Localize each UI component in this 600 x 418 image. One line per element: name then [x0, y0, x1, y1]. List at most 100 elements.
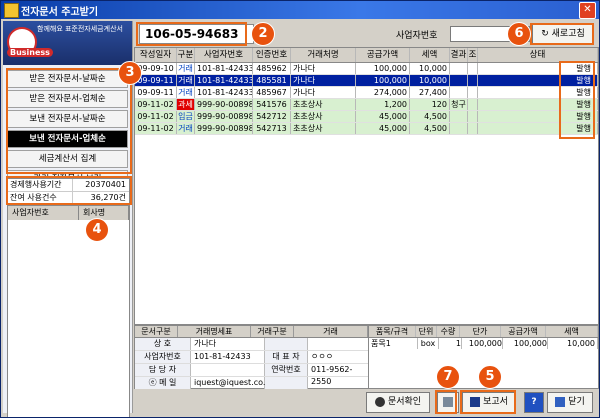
col-kind[interactable]: 구분	[177, 48, 195, 62]
cell-tax: 27,400	[410, 87, 450, 98]
detail-v2	[308, 377, 368, 389]
cell-tax: 10,000	[410, 63, 450, 74]
detail-row: 담 당 자 연락번호 011-9562-2550	[135, 364, 368, 386]
documents-table: 작성일자 구분 사업자번호 인증번호 거래처명 공급가액 세액 결과 조 상태 …	[134, 47, 599, 325]
cell-biz: 101-81-42433	[197, 63, 253, 74]
cell-result	[450, 63, 468, 74]
item-row[interactable]: 품목1 box 1 100,000 100,000 10,000	[369, 338, 598, 349]
col-business-number[interactable]: 사업자번호	[8, 206, 79, 220]
highlight-business-number	[136, 22, 247, 46]
detail-v2: 011-9562-2550	[311, 365, 353, 386]
highlight-settings	[435, 390, 457, 414]
search-label: 사업자번호	[396, 31, 438, 41]
trade-type-label: 거래구분	[251, 326, 294, 337]
detail-row: 사업자번호 101-81-42433 대 표 자 ㅇㅇㅇ	[135, 351, 368, 364]
col-status[interactable]: 상태	[478, 48, 598, 62]
badge-5: 5	[478, 365, 502, 389]
badge-4: 4	[85, 218, 109, 242]
detail-v2	[308, 338, 368, 350]
detail-v: iquest@iquest.co.kr	[191, 377, 273, 389]
close-label: 닫기	[568, 397, 585, 407]
col-unit: 단위	[416, 326, 437, 337]
cell-cert: 485581	[253, 75, 291, 86]
item-supply: 100,000	[503, 338, 548, 349]
cell-tax: 10,000	[410, 75, 450, 86]
cell-chk	[468, 99, 478, 110]
cell-supply: 100,000	[356, 63, 410, 74]
cell-cert: 542712	[253, 111, 291, 122]
col-item-supply: 공급가액	[501, 326, 546, 337]
cell-kind: 거래	[177, 75, 195, 86]
cell-kind: 거래	[177, 123, 195, 134]
col-cert[interactable]: 인증번호	[253, 48, 291, 62]
detail-k2: 대 표 자	[265, 351, 308, 363]
cell-result	[450, 87, 468, 98]
close-window-button[interactable]: ✕	[579, 2, 596, 19]
cell-supply: 274,000	[356, 87, 410, 98]
cell-result	[450, 75, 468, 86]
table-row[interactable]: 09-09-11 거래 101-81-42433 485581 가나다 100,000 10…	[135, 75, 598, 87]
detail-v: 101-81-42433	[191, 351, 265, 363]
detail-k: 사업자번호	[135, 351, 191, 363]
table-body: 09-09-10 거래 101-81-42433 485962 가나다 100,000 10…	[135, 63, 598, 135]
detail-k2: 연락번호	[265, 364, 308, 376]
search-input[interactable]	[450, 26, 514, 42]
detail-k: 담 당 자	[135, 364, 191, 376]
table-row[interactable]: 09-11-02 입금 999-90-00898 542712 초초상사 45,000 4,…	[135, 111, 598, 123]
cell-name: 가나다	[291, 75, 356, 86]
table-row[interactable]: 09-09-10 거래 101-81-42433 485962 가나다 100,000 10…	[135, 63, 598, 75]
col-tax[interactable]: 세액	[410, 48, 450, 62]
eye-icon	[374, 396, 385, 407]
cell-supply: 45,000	[356, 111, 410, 122]
cell-kind: 거래	[177, 63, 195, 74]
cell-name: 가나다	[291, 63, 356, 74]
col-name[interactable]: 거래처명	[291, 48, 356, 62]
detail-k: ⓔ 메 일	[135, 377, 191, 389]
col-item-tax: 세액	[546, 326, 598, 337]
cell-supply: 1,200	[356, 99, 410, 110]
cell-biz: 101-81-42433	[197, 87, 253, 98]
cell-chk	[468, 63, 478, 74]
logo-text: 함께해요 표준전자세금계산서	[37, 25, 123, 33]
col-company-name[interactable]: 회사명	[79, 206, 129, 220]
table-header: 작성일자 구분 사업자번호 인증번호 거래처명 공급가액 세액 결과 조 상태	[135, 48, 598, 63]
company-list[interactable]	[7, 220, 130, 417]
table-row[interactable]: 09-11-02 과세 999-90-00898 541576 초초상사 1,200 120…	[135, 99, 598, 111]
cell-name: 초초상사	[291, 99, 356, 110]
highlight-refresh	[530, 23, 594, 45]
badge-2: 2	[251, 22, 275, 46]
detail-v	[191, 364, 265, 376]
detail-row: 상 호 가나다	[135, 338, 368, 351]
badge-7: 7	[436, 365, 460, 389]
col-check[interactable]: 조	[468, 48, 478, 62]
cell-result	[450, 111, 468, 122]
cell-tax: 120	[410, 99, 450, 110]
cell-result: 청구	[450, 99, 468, 110]
highlight-menu	[6, 68, 132, 174]
table-row[interactable]: 09-11-02 거래 999-90-00898 542713 초초상사 45,000 4,…	[135, 123, 598, 135]
cell-biz: 101-81-42433	[197, 75, 253, 86]
cell-cert: 485967	[253, 87, 291, 98]
col-biz[interactable]: 사업자번호	[195, 48, 253, 62]
doc-type-label: 문서구분	[135, 326, 178, 337]
col-date[interactable]: 작성일자	[135, 48, 177, 62]
help-button[interactable]: ?	[524, 392, 544, 413]
cell-chk	[468, 87, 478, 98]
col-result[interactable]: 결과	[450, 48, 468, 62]
confirm-document-button[interactable]: 문서확인	[366, 392, 430, 413]
badge-3: 3	[118, 61, 142, 85]
cell-date: 09-11-02	[135, 123, 177, 134]
badge-6: 6	[507, 22, 531, 46]
cell-date: 09-11-02	[135, 111, 177, 122]
table-row[interactable]: 09-09-11 거래 101-81-42433 485967 가나다 274,000 27…	[135, 87, 598, 99]
logo: Business 함께해요 표준전자세금계산서	[3, 21, 132, 65]
detail-k2	[265, 377, 308, 389]
detail-k: 상 호	[135, 338, 191, 350]
confirm-label: 문서확인	[387, 397, 422, 407]
cell-kind: 입금	[177, 111, 195, 122]
item-tax: 10,000	[548, 338, 598, 349]
close-button[interactable]: 닫기	[547, 392, 593, 413]
detail-panel: 문서구분 거래명세표 거래구분 거래 상 호 가나다 사업자번호 101-81-424…	[134, 325, 369, 390]
col-supply[interactable]: 공급가액	[356, 48, 410, 62]
window-title: 전자문서 주고받기	[21, 7, 99, 18]
